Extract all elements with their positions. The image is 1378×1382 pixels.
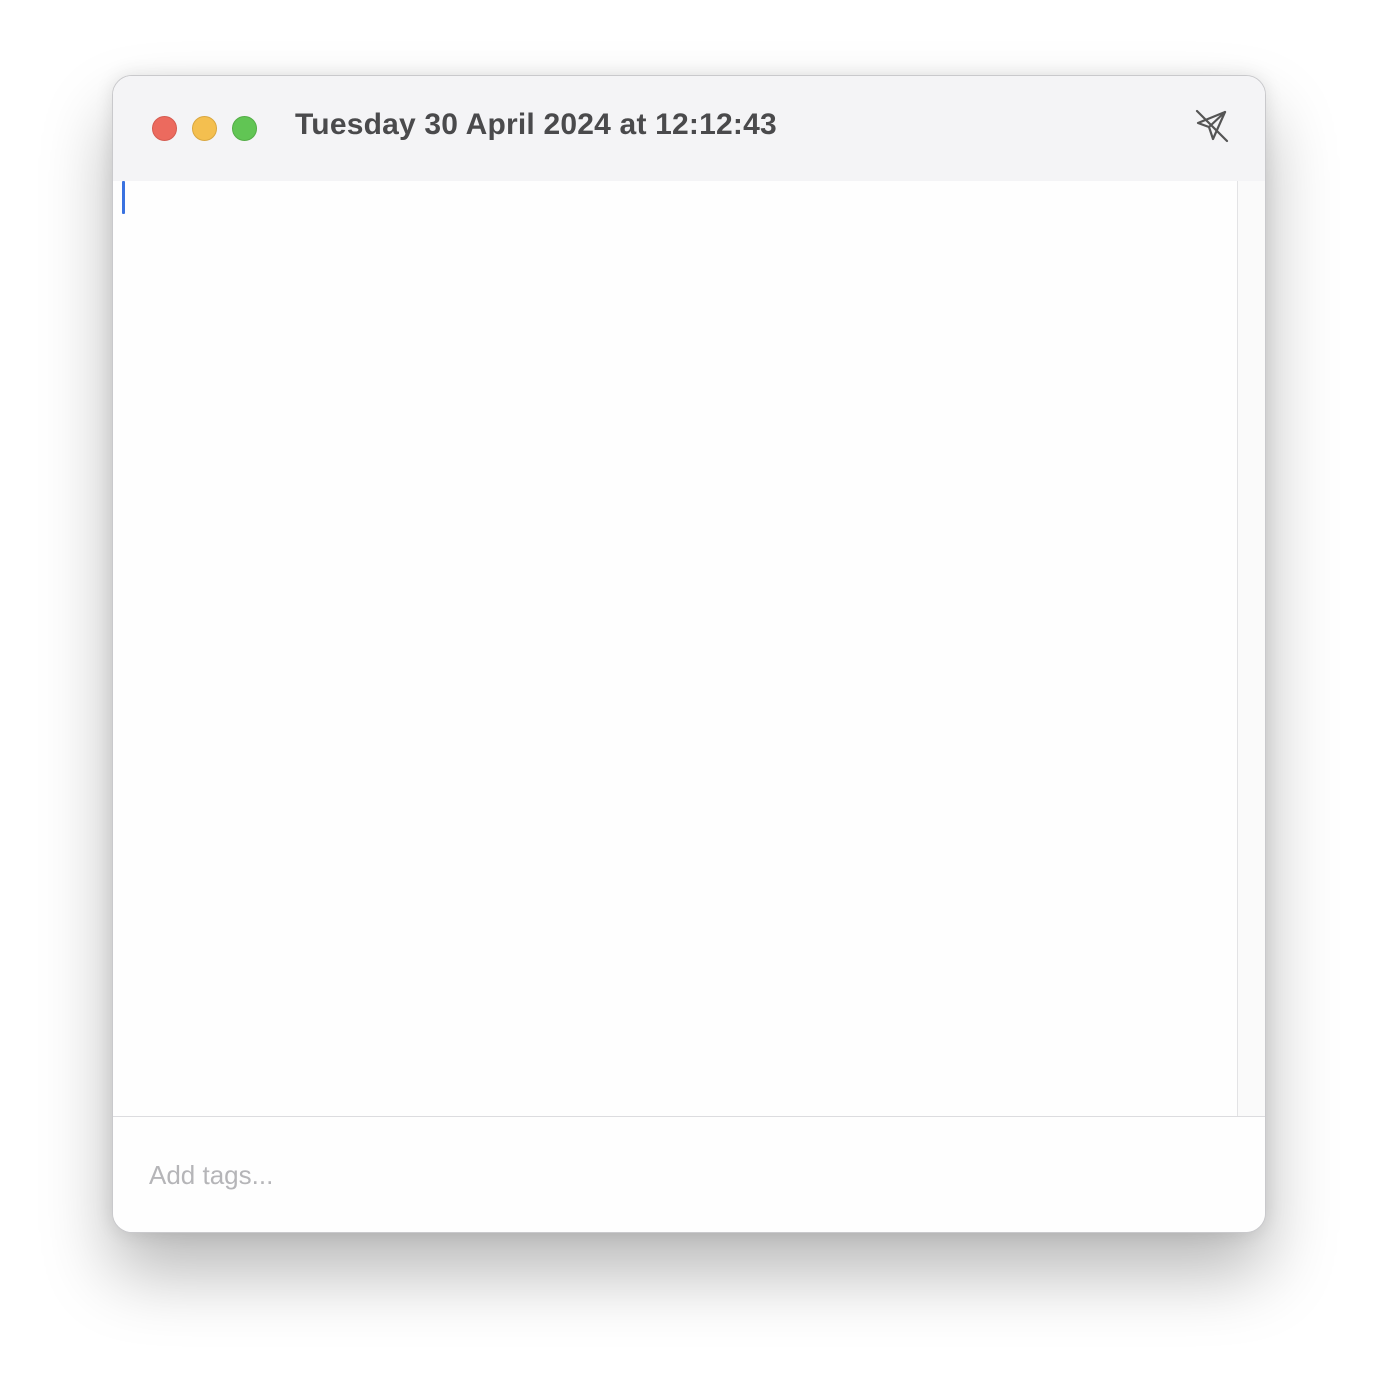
minimize-button[interactable] (192, 116, 217, 141)
scrollbar-track[interactable] (1237, 181, 1265, 1116)
text-caret (122, 181, 125, 214)
title-bar: Tuesday 30 April 2024 at 12:12:43 (113, 76, 1265, 182)
close-button[interactable] (152, 116, 177, 141)
note-window: Tuesday 30 April 2024 at 12:12:43 (112, 75, 1266, 1233)
tag-bar (113, 1116, 1265, 1232)
pin-slash-icon (1195, 109, 1229, 143)
window-title: Tuesday 30 April 2024 at 12:12:43 (295, 108, 777, 141)
tags-input[interactable] (149, 1155, 749, 1195)
note-editor[interactable] (113, 181, 1237, 1116)
pin-button[interactable] (1192, 106, 1232, 146)
zoom-button[interactable] (232, 116, 257, 141)
